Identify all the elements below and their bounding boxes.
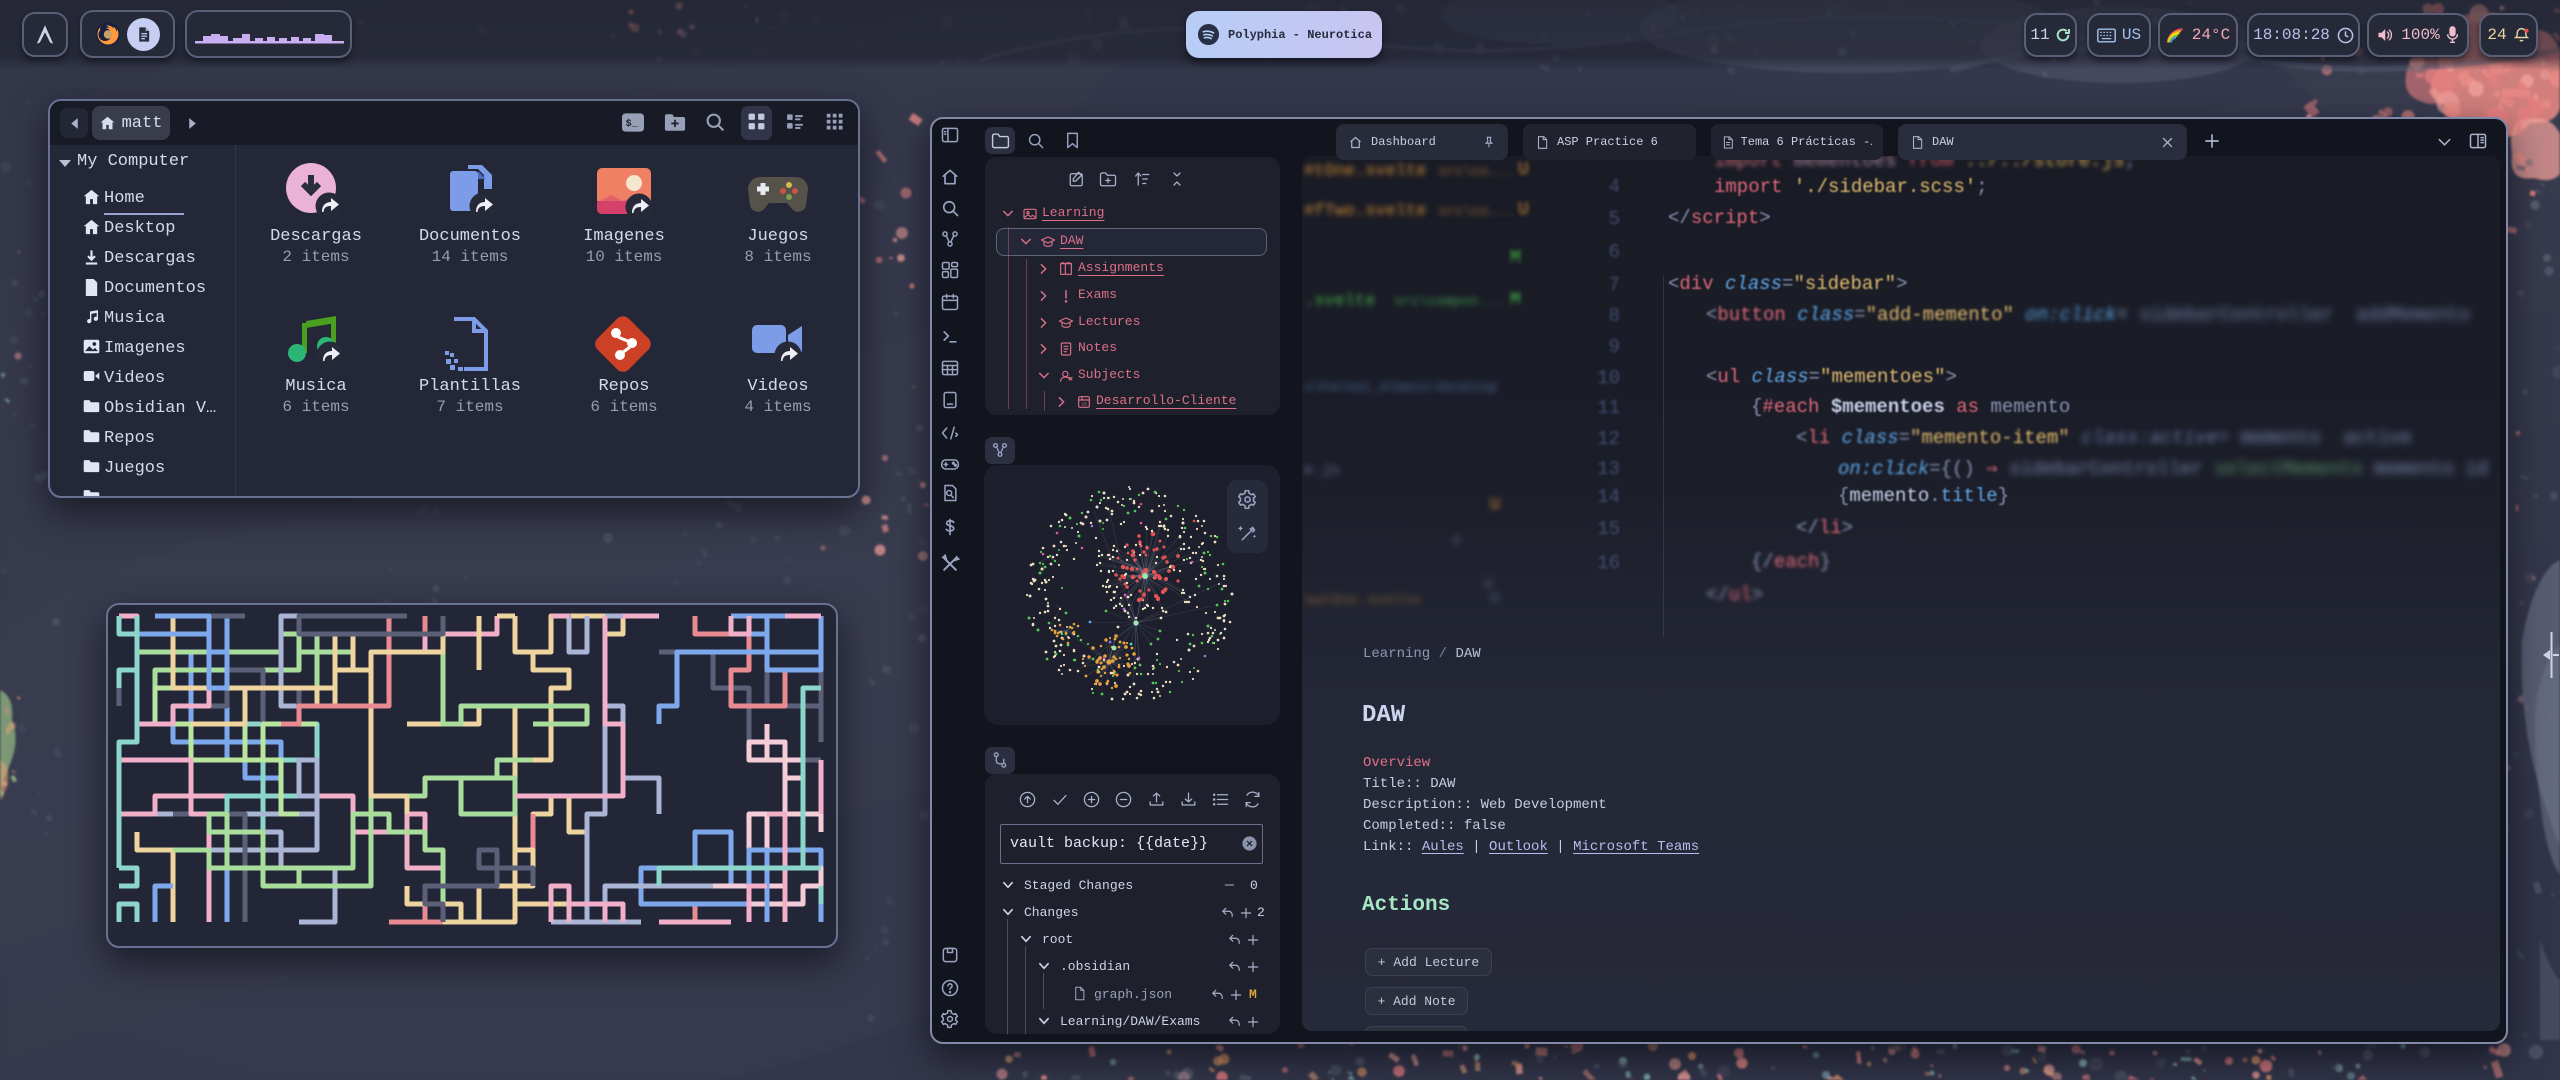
svg-text:15: 15 (1081, 401, 1087, 407)
svg-text:$_: $_ (626, 118, 639, 130)
